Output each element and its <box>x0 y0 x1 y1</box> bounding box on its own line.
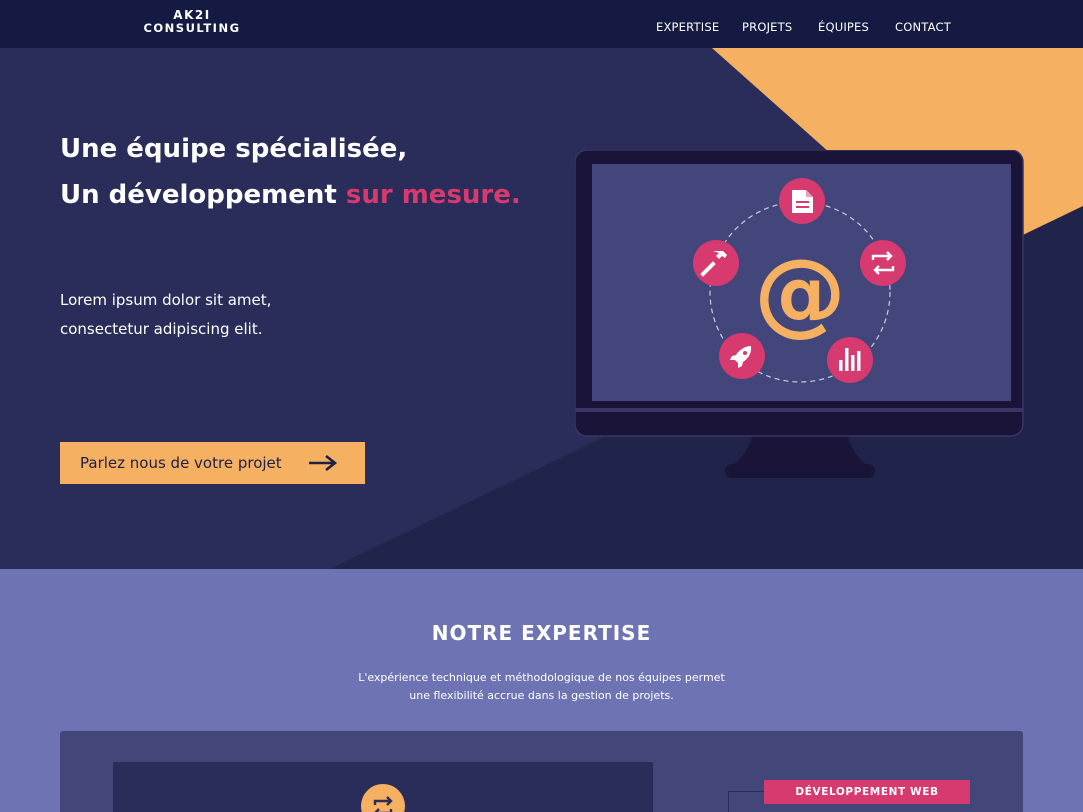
web-development-badge: DÉVELOPPEMENT WEB <box>764 780 970 804</box>
rocket-icon <box>719 333 765 379</box>
hammer-icon <box>693 240 739 286</box>
arrow-right-icon <box>309 454 338 472</box>
sync-icon <box>361 784 405 812</box>
hero-lead-line1: Lorem ipsum dolor sit amet, <box>60 291 272 309</box>
nav-item-projets[interactable]: PROJETS <box>742 20 792 34</box>
bar-chart-icon <box>827 337 873 383</box>
nav-item-equipes[interactable]: ÉQUIPES <box>818 20 869 34</box>
expertise-section: NOTRE EXPERTISE L'expérience technique e… <box>0 569 1083 812</box>
nav-item-expertise[interactable]: EXPERTISE <box>656 20 719 34</box>
hero-lead: Lorem ipsum dolor sit amet, consectetur … <box>60 286 271 344</box>
monitor-stand <box>729 434 871 468</box>
expertise-card: DÉVELOPPEMENT WEB <box>60 731 1023 812</box>
monitor-base <box>725 464 875 478</box>
sync-icon <box>860 240 906 286</box>
at-sign-icon: @ <box>754 239 846 346</box>
hero-headline-line2: Un développement <box>60 180 346 210</box>
nav-item-contact[interactable]: CONTACT <box>895 20 951 34</box>
expertise-description-line1: L'expérience technique et méthodologique… <box>358 671 725 684</box>
expertise-illustration-panel <box>113 762 653 812</box>
hero-headline-accent: sur mesure. <box>345 180 521 210</box>
hero-headline: Une équipe spécialisée, Un développement… <box>60 126 521 218</box>
hero-lead-line2: consectetur adipiscing elit. <box>60 320 263 338</box>
document-icon <box>779 178 825 224</box>
hero-headline-line1: Une équipe spécialisée, <box>60 134 408 164</box>
expertise-description-line2: une flexibilité accrue dans la gestion d… <box>409 689 674 702</box>
contact-project-button-label: Parlez nous de votre projet <box>80 454 282 472</box>
connector-line <box>728 791 768 812</box>
nav-links: EXPERTISE PROJETS ÉQUIPES CONTACT <box>0 20 1083 36</box>
expertise-description: L'expérience technique et méthodologique… <box>0 669 1083 705</box>
contact-project-button[interactable]: Parlez nous de votre projet <box>60 442 365 484</box>
monitor-illustration: @ <box>575 150 1024 478</box>
hero-section: Une équipe spécialisée, Un développement… <box>0 48 1083 569</box>
top-navbar: AK2I CONSULTING EXPERTISE PROJETS ÉQUIPE… <box>0 0 1083 48</box>
expertise-title: NOTRE EXPERTISE <box>431 621 652 645</box>
